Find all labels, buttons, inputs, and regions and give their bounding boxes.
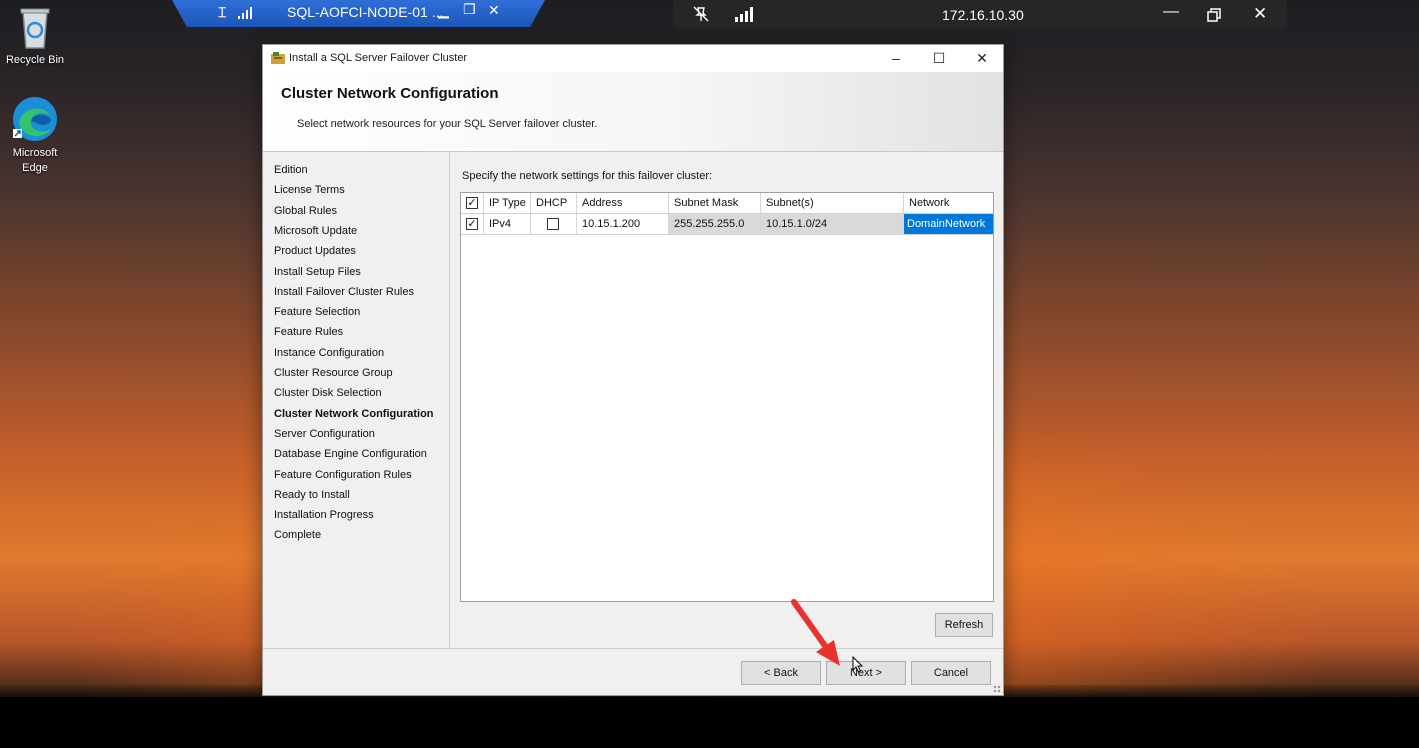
recycle-bin-shortcut[interactable]: Recycle Bin xyxy=(0,6,70,68)
column-header-ip-type[interactable]: IP Type xyxy=(484,193,531,214)
nav-step-feature-configuration-rules[interactable]: Feature Configuration Rules xyxy=(274,469,412,481)
nav-step-server-configuration[interactable]: Server Configuration xyxy=(274,428,375,440)
nav-step-install-setup-files[interactable]: Install Setup Files xyxy=(274,266,361,278)
nav-step-installation-progress[interactable]: Installation Progress xyxy=(274,509,374,521)
close-icon[interactable]: ✕ xyxy=(1253,4,1267,24)
row-select-cell[interactable]: ✓ xyxy=(461,214,484,235)
edge-icon xyxy=(13,97,57,141)
edge-label: Microsoft Edge xyxy=(12,147,58,174)
select-all-header[interactable]: ✓ xyxy=(461,193,484,214)
dhcp-checkbox[interactable] xyxy=(547,218,559,230)
recycle-bin-label: Recycle Bin xyxy=(5,54,65,66)
nav-step-cluster-disk-selection[interactable]: Cluster Disk Selection xyxy=(274,387,382,399)
minimize-icon[interactable]: — xyxy=(1163,3,1179,21)
nav-step-microsoft-update[interactable]: Microsoft Update xyxy=(274,225,357,237)
restore-icon[interactable] xyxy=(1207,8,1221,22)
signal-icon xyxy=(238,7,252,19)
network-settings-grid: ✓ IP Type DHCP Address Subnet Mask Subne… xyxy=(460,192,994,602)
nav-step-install-failover-cluster-rules[interactable]: Install Failover Cluster Rules xyxy=(274,286,414,298)
remote-desktop-toolbar: 172.16.10.30 — ✕ xyxy=(673,0,1287,29)
nav-step-database-engine-configuration[interactable]: Database Engine Configuration xyxy=(274,448,427,460)
column-header-subnets[interactable]: Subnet(s) xyxy=(761,193,904,214)
nav-step-cluster-network-configuration[interactable]: Cluster Network Configuration xyxy=(274,408,434,420)
column-header-address[interactable]: Address xyxy=(577,193,669,214)
nav-step-complete[interactable]: Complete xyxy=(274,529,321,541)
annotation-arrow-icon xyxy=(791,599,840,666)
dialog-close-icon[interactable]: ✕ xyxy=(967,47,997,69)
nav-step-product-updates[interactable]: Product Updates xyxy=(274,245,356,257)
subnet-mask-cell: 255.255.255.0 xyxy=(669,214,761,235)
rdp-session-title: SQL-AOFCI-NODE-01 ... xyxy=(287,4,444,20)
nav-step-feature-selection[interactable]: Feature Selection xyxy=(274,306,360,318)
row-select-checkbox[interactable]: ✓ xyxy=(466,218,478,230)
dialog-titlebar: Install a SQL Server Failover Cluster – … xyxy=(263,45,1003,72)
nav-step-instance-configuration[interactable]: Instance Configuration xyxy=(274,347,384,359)
close-session-icon[interactable]: ✕ xyxy=(488,2,500,19)
unpin-icon[interactable] xyxy=(693,6,709,22)
instruction-text: Specify the network settings for this fa… xyxy=(462,170,713,182)
cancel-button[interactable]: Cancel xyxy=(911,661,991,685)
select-all-checkbox[interactable]: ✓ xyxy=(466,197,478,209)
restore-session-icon[interactable]: ❐ xyxy=(463,1,476,18)
address-cell[interactable]: 10.15.1.200 xyxy=(577,214,669,235)
page-header: Cluster Network Configuration Select net… xyxy=(263,72,1003,152)
column-header-network[interactable]: Network xyxy=(904,193,993,214)
nav-step-cluster-resource-group[interactable]: Cluster Resource Group xyxy=(274,367,393,379)
refresh-button[interactable]: Refresh xyxy=(935,613,993,637)
dialog-maximize-icon[interactable]: ☐ xyxy=(924,47,954,69)
screen-bottom-bar xyxy=(0,697,1419,748)
connection-quality-icon xyxy=(735,7,753,22)
content-pane: Specify the network settings for this fa… xyxy=(450,152,1003,648)
nav-step-global-rules[interactable]: Global Rules xyxy=(274,205,337,217)
page-title: Cluster Network Configuration xyxy=(281,85,499,102)
edge-shortcut[interactable]: Microsoft Edge xyxy=(0,95,70,176)
nav-step-edition[interactable]: Edition xyxy=(274,164,308,176)
ip-type-cell[interactable]: IPv4 xyxy=(484,214,531,235)
network-cell[interactable]: DomainNetwork xyxy=(904,214,993,235)
nav-step-ready-to-install[interactable]: Ready to Install xyxy=(274,489,350,501)
recycle-bin-icon xyxy=(20,8,50,49)
pin-icon[interactable]: ⌶ xyxy=(218,4,226,21)
resize-grip[interactable] xyxy=(993,685,1001,693)
rdp-connection-bar: ⌶ SQL-AOFCI-NODE-01 ... ▁ ❐ ✕ xyxy=(172,0,545,27)
mouse-cursor-icon xyxy=(852,656,864,673)
page-subtitle: Select network resources for your SQL Se… xyxy=(297,118,598,130)
dialog-title: Install a SQL Server Failover Cluster xyxy=(289,52,468,64)
column-header-dhcp[interactable]: DHCP xyxy=(531,193,577,214)
dhcp-cell[interactable] xyxy=(531,214,577,235)
nav-step-feature-rules[interactable]: Feature Rules xyxy=(274,326,343,338)
sql-setup-dialog: Install a SQL Server Failover Cluster – … xyxy=(262,44,1004,696)
dialog-minimize-icon[interactable]: – xyxy=(881,47,911,69)
setup-steps-nav: Edition License Terms Global Rules Microsof… xyxy=(263,152,450,648)
minimize-session-icon[interactable]: ▁ xyxy=(438,2,449,19)
nav-step-license-terms[interactable]: License Terms xyxy=(274,184,345,196)
remote-address: 172.16.10.30 xyxy=(942,7,1024,23)
column-header-subnet-mask[interactable]: Subnet Mask xyxy=(669,193,761,214)
dialog-footer: < Back Next > Cancel xyxy=(263,648,1003,695)
setup-app-icon xyxy=(271,52,285,64)
subnets-cell: 10.15.1.0/24 xyxy=(761,214,904,235)
